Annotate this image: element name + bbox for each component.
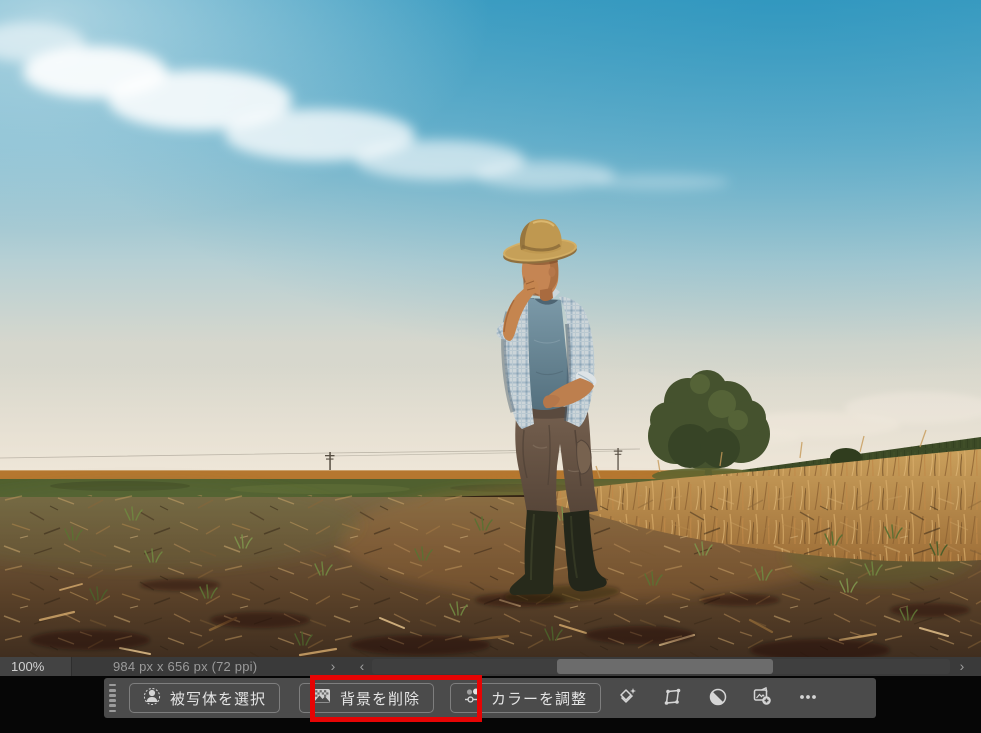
remove-background-button[interactable]: 背景を削除 (299, 683, 434, 713)
adjustment-icon (708, 687, 728, 710)
select-subject-icon (143, 687, 161, 709)
horizontal-scrollbar-thumb[interactable] (557, 659, 773, 674)
photoshop-window: 100% 984 px x 656 px (72 ppi) › ‹ › 被写体を… (0, 0, 981, 733)
select-subject-label: 被写体を選択 (170, 688, 266, 709)
taskbar-icon-strip (605, 678, 830, 718)
scroll-right-icon[interactable]: › (955, 657, 969, 676)
add-image-button[interactable] (740, 678, 785, 718)
transform-button[interactable] (650, 678, 695, 718)
zoom-level-field[interactable]: 100% (0, 657, 72, 676)
document-canvas[interactable] (0, 0, 981, 657)
field-texture (0, 495, 981, 657)
more-options-icon (798, 687, 818, 710)
more-options-button[interactable] (785, 678, 830, 718)
adjust-color-label: カラーを調整 (491, 688, 587, 709)
generative-button[interactable] (605, 678, 650, 718)
select-subject-button[interactable]: 被写体を選択 (129, 683, 280, 713)
horizontal-scrollbar-track[interactable] (372, 659, 950, 674)
status-bar: 100% 984 px x 656 px (72 ppi) › ‹ › (0, 657, 981, 676)
adjust-color-icon (464, 687, 482, 709)
contextual-taskbar: 被写体を選択 背景を削除 (104, 678, 876, 718)
remove-background-label: 背景を削除 (340, 688, 420, 709)
remove-background-icon (313, 687, 331, 709)
photo-farmer-in-field (0, 0, 981, 657)
zoom-level-value: 100% (11, 659, 44, 674)
transform-icon (663, 687, 683, 710)
adjust-color-button[interactable]: カラーを調整 (450, 683, 601, 713)
document-info[interactable]: 984 px x 656 px (72 ppi) (113, 657, 257, 676)
generative-icon (617, 686, 638, 710)
status-expand-chevron-icon[interactable]: › (326, 657, 340, 676)
add-image-icon (752, 686, 773, 710)
taskbar-drag-handle[interactable] (109, 684, 118, 713)
scroll-left-icon[interactable]: ‹ (355, 657, 369, 676)
adjustment-button[interactable] (695, 678, 740, 718)
